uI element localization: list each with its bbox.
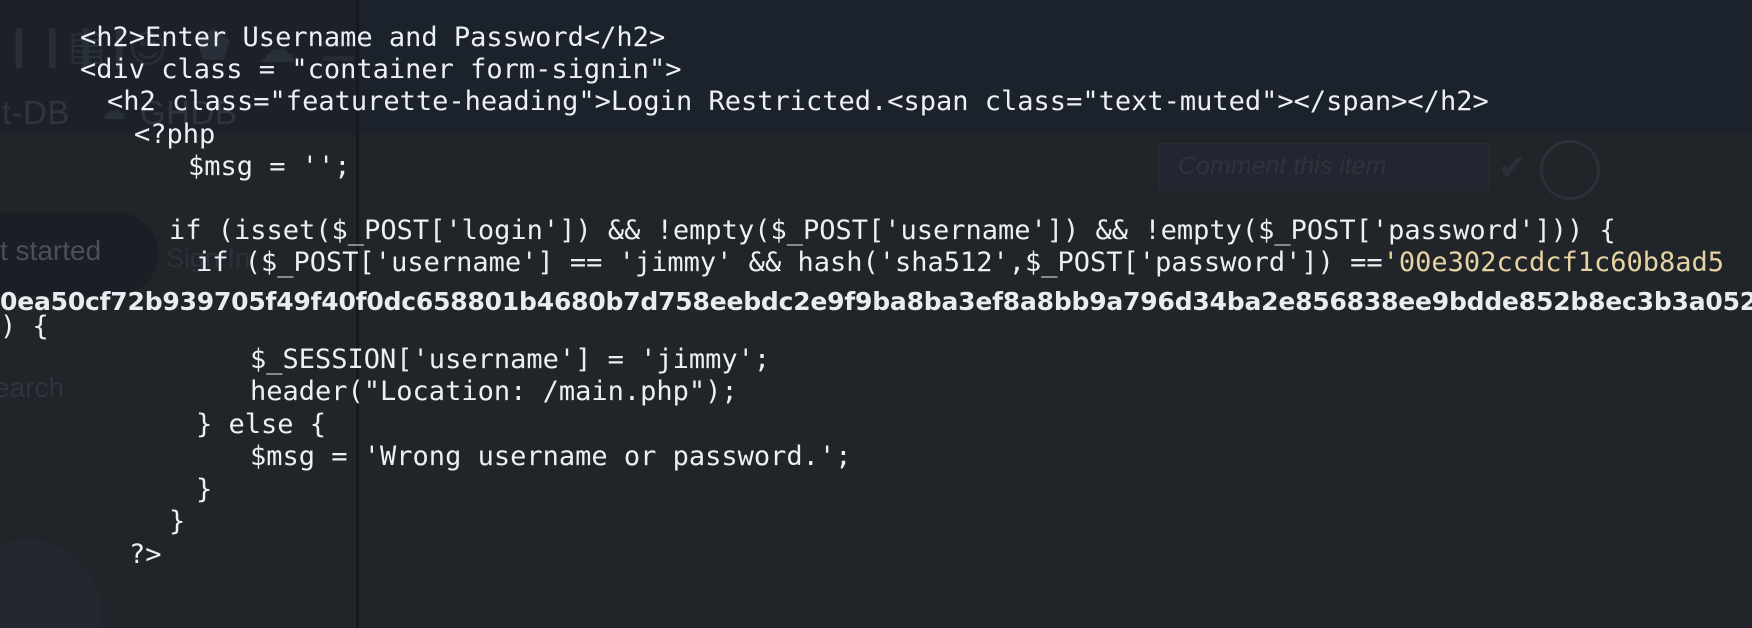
- code-line: <?php: [134, 119, 216, 150]
- code-line: <h2>Enter Username and Password</h2>: [80, 22, 666, 53]
- code-line-hash-compare-prefix: if ($_POST['username'] == 'jimmy' && has…: [196, 247, 1383, 278]
- code-line: header("Location: /main.php");: [250, 376, 738, 407]
- hash-literal-start: '00e302ccdcf1c60b8ad5: [1382, 247, 1725, 278]
- code-line: <h2 class="featurette-heading">Login Res…: [107, 86, 1489, 117]
- code-line: $_SESSION['username'] = 'jimmy';: [250, 344, 771, 375]
- code-line: ) {: [0, 311, 49, 342]
- hash-literal-wrapped: 0ea50cf72b939705f49f40f0dc658801b4680b7d…: [0, 287, 1752, 316]
- code-line: if (isset($_POST['login']) && !empty($_P…: [169, 215, 1616, 246]
- code-view: <h2>Enter Username and Password</h2> <di…: [0, 0, 1752, 628]
- code-line-hash-compare: if ($_POST['username'] == 'jimmy' && has…: [0, 247, 1724, 280]
- code-line: <div class = "container form-signin">: [80, 54, 682, 85]
- code-line: $msg = '';: [188, 151, 351, 182]
- code-line: }: [169, 506, 186, 537]
- screenshot-root: ❙❙❙❙ ▤ ☺ ⬟ ☁ it-DB ☁ GHDB t started Sign…: [0, 0, 1752, 628]
- code-line: $msg = 'Wrong username or password.';: [250, 441, 852, 472]
- code-line: }: [196, 474, 213, 505]
- code-line: } else {: [196, 409, 327, 440]
- code-line: ?>: [129, 539, 162, 570]
